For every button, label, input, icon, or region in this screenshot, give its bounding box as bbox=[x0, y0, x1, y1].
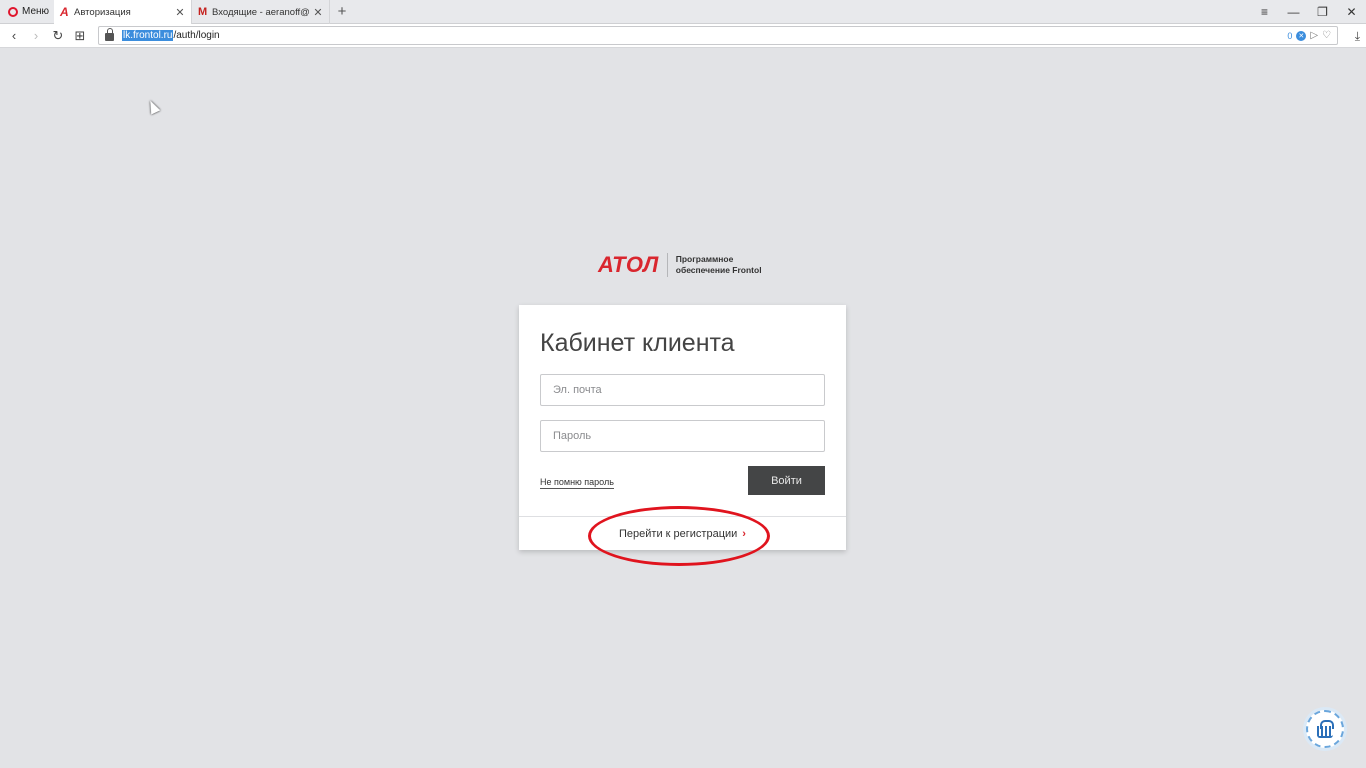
basket-icon bbox=[1315, 720, 1335, 738]
navigation-bar: ‹ › ↻ ⊞ lk.frontol.ru /auth/login 0 ✕ ▷ … bbox=[0, 24, 1366, 48]
card-divider bbox=[519, 516, 846, 517]
download-icon[interactable]: ⤓ bbox=[1355, 29, 1360, 44]
register-link-label: Перейти к регистрации bbox=[619, 528, 738, 540]
send-icon[interactable]: ▷ bbox=[1310, 30, 1318, 41]
tab-authorization[interactable]: A Авторизация ✕ bbox=[54, 0, 192, 24]
shopping-basket-button[interactable] bbox=[1306, 710, 1344, 748]
brand-header: АТОЛ Программное обеспечение Frontol bbox=[598, 252, 776, 278]
url-host: lk.frontol.ru bbox=[122, 30, 174, 41]
address-bar[interactable]: lk.frontol.ru /auth/login 0 ✕ ▷ ♡ bbox=[98, 26, 1338, 45]
login-button[interactable]: Войти bbox=[748, 466, 825, 495]
reload-icon[interactable]: ↻ bbox=[47, 28, 69, 44]
restore-icon[interactable]: ❐ bbox=[1308, 5, 1337, 19]
new-tab-button[interactable]: + bbox=[330, 0, 354, 23]
back-icon[interactable]: ‹ bbox=[3, 28, 25, 43]
menu-label: Меню bbox=[22, 6, 50, 17]
login-card: Кабинет клиента Не помню пароль Войти Пе… bbox=[519, 305, 846, 550]
tab-menu-icon[interactable]: ≡ bbox=[1250, 5, 1279, 19]
tab-strip: Меню A Авторизация ✕ M Входящие - aerano… bbox=[0, 0, 1366, 24]
chevron-right-icon: › bbox=[742, 528, 746, 540]
minimize-icon[interactable]: — bbox=[1279, 5, 1308, 19]
url-path: /auth/login bbox=[173, 30, 220, 41]
close-tab-icon[interactable]: ✕ bbox=[175, 6, 185, 19]
forgot-password-link[interactable]: Не помню пароль bbox=[540, 477, 614, 489]
tab-title: Входящие - aeranoff@gm bbox=[212, 6, 309, 18]
opera-menu-button[interactable]: Меню bbox=[0, 0, 54, 23]
email-field[interactable] bbox=[540, 374, 825, 406]
close-window-icon[interactable]: ✕ bbox=[1337, 5, 1366, 19]
brand-tagline-line2: обеспечение Frontol bbox=[675, 265, 762, 275]
lock-icon bbox=[105, 28, 114, 41]
opera-logo-icon bbox=[8, 6, 18, 17]
forward-icon[interactable]: › bbox=[25, 28, 47, 43]
brand-tagline: Программное обеспечение Frontol bbox=[676, 254, 776, 276]
register-link[interactable]: Перейти к регистрации › bbox=[519, 528, 846, 540]
mouse-cursor-icon bbox=[145, 98, 161, 115]
heart-icon[interactable]: ♡ bbox=[1322, 30, 1331, 41]
close-tab-icon[interactable]: ✕ bbox=[313, 6, 323, 19]
window-controls: ≡ — ❐ ✕ bbox=[1250, 0, 1366, 23]
tab-title: Авторизация bbox=[74, 6, 131, 18]
adblock-icon[interactable]: ✕ bbox=[1296, 30, 1307, 41]
adblock-count: 0 bbox=[1287, 30, 1293, 41]
atol-favicon-icon: A bbox=[60, 5, 69, 19]
atol-logo: АТОЛ bbox=[598, 252, 659, 277]
password-field[interactable] bbox=[540, 420, 825, 452]
gmail-favicon-icon: M bbox=[198, 6, 208, 18]
brand-divider bbox=[666, 253, 668, 277]
address-bar-extensions: 0 ✕ ▷ ♡ bbox=[1287, 30, 1337, 41]
page-title: Кабинет клиента bbox=[540, 329, 735, 357]
tab-gmail-inbox[interactable]: M Входящие - aeranoff@gm ✕ bbox=[192, 0, 330, 24]
speed-dial-icon[interactable]: ⊞ bbox=[69, 28, 91, 44]
brand-tagline-line1: Программное bbox=[675, 254, 734, 264]
